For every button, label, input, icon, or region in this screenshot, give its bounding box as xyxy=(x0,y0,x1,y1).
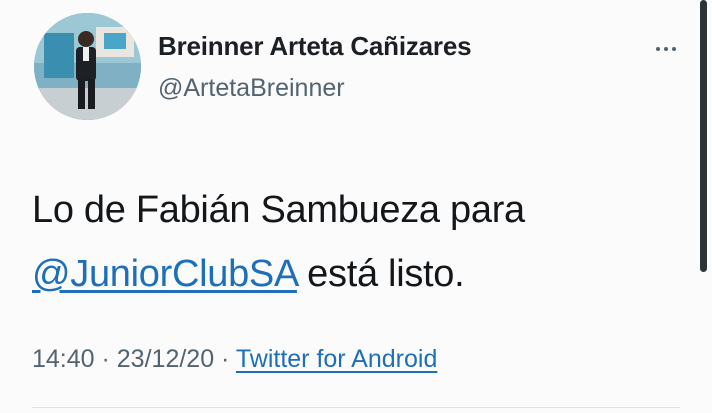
avatar[interactable] xyxy=(34,13,141,120)
tweet-date[interactable]: 23/12/20 xyxy=(117,345,214,373)
scrollbar[interactable] xyxy=(700,0,707,272)
tweet-text-intro: Lo de Fabián Sambueza para xyxy=(32,189,525,231)
meta-separator: · xyxy=(214,345,236,373)
tweet-text: Lo de Fabián Sambueza para @JuniorClubSA … xyxy=(32,178,682,306)
mention-link[interactable]: @JuniorClubSA xyxy=(32,253,297,295)
author-handle[interactable]: @ArtetaBreinner xyxy=(158,74,345,103)
more-dot xyxy=(672,47,676,51)
more-dot xyxy=(664,47,668,51)
more-dot xyxy=(656,47,660,51)
author-name[interactable]: Breinner Arteta Cañizares xyxy=(158,31,472,62)
avatar-photo xyxy=(34,13,141,120)
meta-separator: · xyxy=(94,345,117,373)
tweet-text-rest: está listo. xyxy=(296,253,465,295)
source-link[interactable]: Twitter for Android xyxy=(236,345,437,373)
tweet-time[interactable]: 14:40 xyxy=(32,345,95,373)
tweet-meta: 14:40 · 23/12/20 · Twitter for Android xyxy=(32,345,437,374)
more-options-icon[interactable] xyxy=(648,38,684,60)
divider xyxy=(32,407,680,408)
